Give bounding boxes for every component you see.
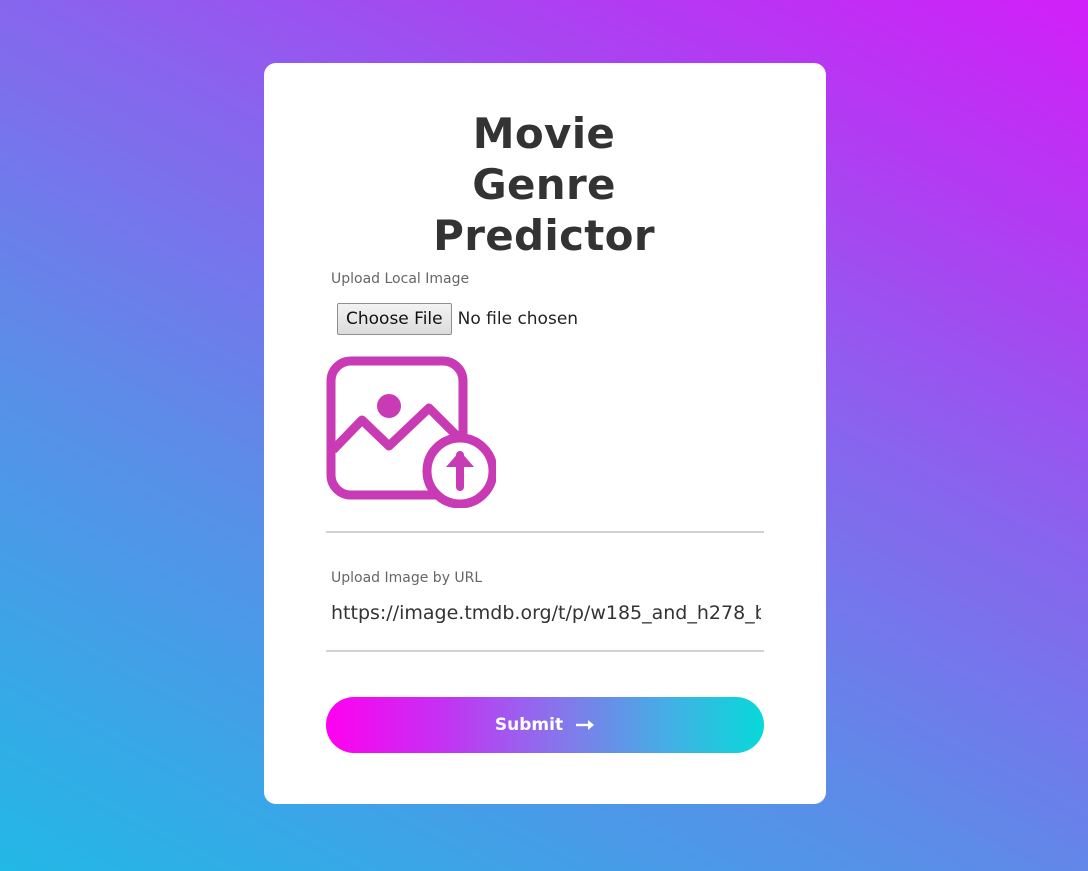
upload-local-label: Upload Local Image [331, 271, 470, 287]
page-title: Movie Genre Predictor [0, 108, 1088, 261]
divider [326, 531, 764, 533]
submit-label: Submit [494, 715, 564, 735]
arrow-right-icon [576, 720, 595, 730]
choose-file-button[interactable]: Choose File [337, 303, 452, 335]
file-status: No file chosen [457, 309, 579, 329]
url-underline [326, 650, 764, 652]
title-line-2: Predictor [433, 211, 655, 260]
image-upload-icon[interactable] [326, 356, 496, 508]
upload-url-label: Upload Image by URL [331, 570, 483, 586]
title-line-1: Movie Genre [472, 109, 616, 209]
image-url-input[interactable] [331, 597, 761, 629]
submit-button[interactable]: Submit [326, 697, 764, 753]
file-input[interactable]: Choose File No file chosen [337, 302, 578, 336]
